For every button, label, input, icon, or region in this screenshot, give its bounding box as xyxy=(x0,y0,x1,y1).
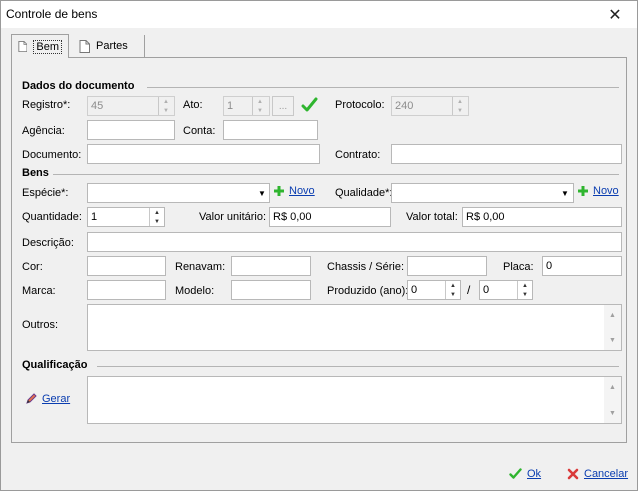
scroll-up-icon[interactable]: ▲ xyxy=(605,380,620,394)
protocolo-stepper[interactable]: ▲ ▼ xyxy=(452,97,467,115)
section-bens: Bens xyxy=(22,167,49,179)
title-bar: Controle de bens ✕ xyxy=(1,1,637,28)
renavam-label: Renavam: xyxy=(175,261,226,273)
ok-label: Ok xyxy=(527,468,542,480)
especie-novo-label: Novo xyxy=(289,185,315,197)
check-icon xyxy=(509,468,522,479)
documento-field[interactable] xyxy=(87,144,320,164)
tab-bem[interactable]: Bem xyxy=(11,34,69,58)
pencil-icon xyxy=(26,393,37,404)
cor-label: Cor: xyxy=(22,261,43,273)
ato-browse-button[interactable]: ... xyxy=(272,96,294,116)
ok-button[interactable]: Ok xyxy=(509,468,541,480)
registro-stepper[interactable]: ▲ ▼ xyxy=(158,97,173,115)
contrato-field[interactable] xyxy=(391,144,622,164)
registro-label: Registro*: xyxy=(22,99,71,111)
cancelar-label: Cancelar xyxy=(584,468,629,480)
placa-label: Placa: xyxy=(503,261,534,273)
tab-partes[interactable]: Partes xyxy=(73,35,145,57)
especie-novo-link[interactable]: Novo xyxy=(273,185,315,197)
cancel-button[interactable]: Cancelar xyxy=(567,468,628,480)
qualidade-novo-label: Novo xyxy=(593,185,619,197)
conta-label: Conta: xyxy=(183,125,216,137)
produzido-label: Produzido (ano): xyxy=(327,285,409,297)
plus-icon xyxy=(274,186,284,196)
scroll-down-icon[interactable]: ▼ xyxy=(605,406,620,420)
section-divider xyxy=(53,174,619,175)
modelo-field[interactable] xyxy=(231,280,311,300)
document-icon xyxy=(79,39,90,53)
scroll-up-icon[interactable]: ▲ xyxy=(605,308,620,322)
scroll-down-icon[interactable]: ▼ xyxy=(605,333,620,347)
valor-total-label: Valor total: xyxy=(406,211,458,223)
outros-label: Outros: xyxy=(22,319,59,331)
gerar-link[interactable]: Gerar xyxy=(25,392,70,405)
protocolo-label: Protocolo: xyxy=(335,99,385,111)
qualidade-select[interactable] xyxy=(391,183,574,203)
section-dados-documento: Dados do documento xyxy=(22,80,135,92)
close-button[interactable]: ✕ xyxy=(593,1,637,28)
section-qualificacao: Qualificação xyxy=(22,359,88,371)
document-icon xyxy=(18,40,28,53)
check-icon xyxy=(301,97,318,112)
tab-partes-label: Partes xyxy=(96,40,128,52)
chevron-down-icon[interactable]: ▼ xyxy=(255,183,269,203)
especie-select[interactable] xyxy=(87,183,270,203)
section-divider xyxy=(147,87,619,88)
documento-label: Documento: xyxy=(22,149,82,161)
outros-textarea[interactable]: ▲ ▼ xyxy=(87,304,622,351)
quantidade-stepper[interactable]: ▲ ▼ xyxy=(149,208,164,226)
marca-label: Marca: xyxy=(22,285,56,297)
especie-label: Espécie*: xyxy=(22,187,69,199)
produzido-separator: / xyxy=(467,283,471,297)
descricao-field[interactable] xyxy=(87,232,622,252)
cor-field[interactable] xyxy=(87,256,166,276)
ato-label: Ato: xyxy=(183,99,203,111)
qualidade-label: Qualidade*: xyxy=(335,187,393,199)
produzido-de-stepper[interactable]: ▲ ▼ xyxy=(445,281,460,299)
qualificacao-textarea[interactable]: ▲ ▼ xyxy=(87,376,622,424)
section-divider xyxy=(97,366,619,367)
qualidade-novo-link[interactable]: Novo xyxy=(577,185,619,197)
controle-de-bens-window: Controle de bens ✕ Bem Partes Dados do d… xyxy=(0,0,638,491)
produzido-ate-stepper[interactable]: ▲ ▼ xyxy=(517,281,532,299)
valor-unitario-field[interactable]: R$ 0,00 xyxy=(269,207,391,227)
placa-field[interactable]: 0 xyxy=(542,256,622,276)
descricao-label: Descrição: xyxy=(22,237,74,249)
close-icon xyxy=(567,468,579,480)
renavam-field[interactable] xyxy=(231,256,311,276)
chassis-label: Chassis / Série: xyxy=(327,261,405,273)
valor-unitario-label: Valor unitário: xyxy=(199,211,267,223)
valor-total-field[interactable]: R$ 0,00 xyxy=(462,207,622,227)
qualificacao-scrollbar[interactable]: ▲ ▼ xyxy=(604,377,621,423)
chassis-field[interactable] xyxy=(407,256,487,276)
agencia-label: Agência: xyxy=(22,125,65,137)
agencia-field[interactable] xyxy=(87,120,175,140)
contrato-label: Contrato: xyxy=(335,149,381,161)
conta-field[interactable] xyxy=(223,120,318,140)
tab-bem-label: Bem xyxy=(33,39,62,54)
gerar-label: Gerar xyxy=(42,392,71,405)
window-title: Controle de bens xyxy=(6,7,98,21)
chevron-down-icon[interactable]: ▼ xyxy=(558,183,572,203)
outros-scrollbar[interactable]: ▲ ▼ xyxy=(604,305,621,350)
marca-field[interactable] xyxy=(87,280,166,300)
ato-stepper[interactable]: ▲ ▼ xyxy=(252,97,267,115)
plus-icon xyxy=(578,186,588,196)
quantidade-label: Quantidade: xyxy=(22,211,82,223)
modelo-label: Modelo: xyxy=(175,285,215,297)
